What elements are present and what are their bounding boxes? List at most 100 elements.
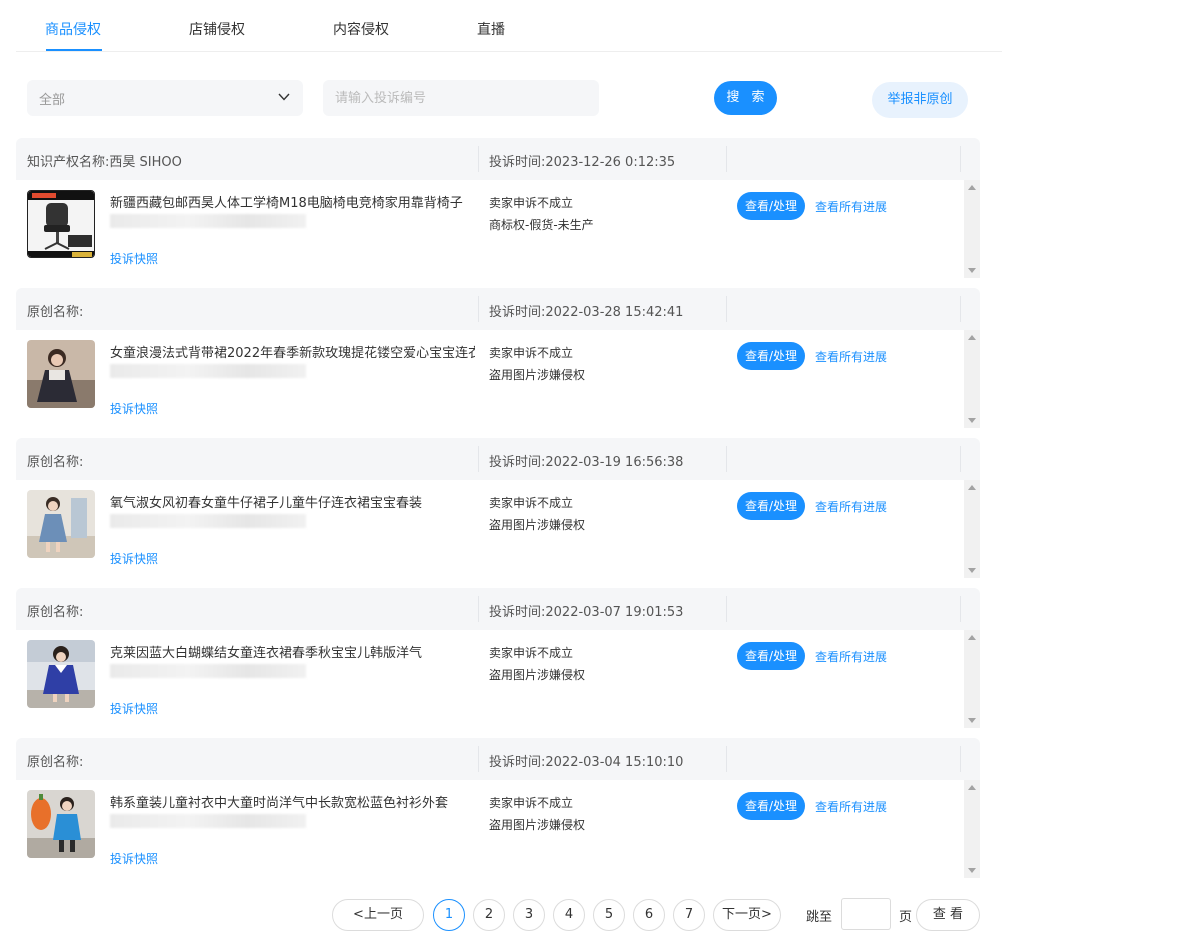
product-title: 氧气淑女风初春女童牛仔裙子儿童牛仔连衣裙宝宝春装 — [110, 496, 423, 511]
complaint-card: 原创名称: 投诉时间:2022-03-04 15:10:10 韩系童装儿童衬衣中… — [16, 738, 980, 878]
view-all-progress-link[interactable]: 查看所有进展 — [815, 348, 887, 365]
child-dress-image — [27, 340, 95, 408]
view-all-progress-link[interactable]: 查看所有进展 — [815, 648, 887, 665]
next-page-button[interactable]: 下一页> — [713, 899, 781, 931]
appeal-status: 卖家申诉不成立 — [489, 196, 574, 210]
tab-product-infringement[interactable]: 商品侵权 — [45, 19, 101, 39]
view-all-progress-link[interactable]: 查看所有进展 — [815, 498, 887, 515]
complaint-reason: 盗用图片涉嫌侵权 — [489, 668, 586, 682]
scroll-down-arrow-icon[interactable] — [968, 568, 976, 573]
page-button-1[interactable]: 1 — [433, 899, 465, 931]
divider — [960, 446, 961, 472]
original-name-label: 原创名称: — [27, 305, 84, 320]
scroll-up-arrow-icon[interactable] — [968, 635, 976, 640]
card-scrollbar[interactable] — [964, 330, 980, 428]
tab-live[interactable]: 直播 — [477, 19, 505, 39]
view-handle-button[interactable]: 查看/处理 — [737, 342, 805, 370]
card-scrollbar[interactable] — [964, 630, 980, 728]
ip-name-label: 知识产权名称:西昊 SIHOO — [27, 155, 182, 170]
original-name-label: 原创名称: — [27, 455, 84, 470]
divider — [478, 446, 479, 472]
complaint-number-input[interactable] — [323, 80, 599, 116]
divider — [726, 446, 727, 472]
prev-page-button[interactable]: <上一页 — [332, 899, 424, 931]
appeal-status: 卖家申诉不成立 — [489, 346, 574, 360]
divider — [960, 746, 961, 772]
page-button-3[interactable]: 3 — [513, 899, 545, 931]
blurred-info — [110, 214, 306, 228]
appeal-status: 卖家申诉不成立 — [489, 496, 574, 510]
page-button-5[interactable]: 5 — [593, 899, 625, 931]
scroll-up-arrow-icon[interactable] — [968, 185, 976, 190]
view-handle-button[interactable]: 查看/处理 — [737, 792, 805, 820]
scroll-down-arrow-icon[interactable] — [968, 718, 976, 723]
product-title: 女童浪漫法式背带裙2022年春季新款玫瑰提花镂空爱心宝宝连衣裙 — [110, 346, 475, 361]
page-button-7[interactable]: 7 — [673, 899, 705, 931]
divider — [478, 146, 479, 172]
complaint-reason: 盗用图片涉嫌侵权 — [489, 818, 586, 832]
view-handle-button[interactable]: 查看/处理 — [737, 642, 805, 670]
appeal-status: 卖家申诉不成立 — [489, 646, 574, 660]
search-button[interactable]: 搜 索 — [714, 81, 777, 115]
tab-store-infringement[interactable]: 店铺侵权 — [189, 19, 245, 39]
scroll-down-arrow-icon[interactable] — [968, 418, 976, 423]
type-select-value: 全部 — [39, 93, 66, 108]
type-select[interactable]: 全部 — [27, 80, 303, 116]
divider — [960, 146, 961, 172]
complaint-card: 原创名称: 投诉时间:2022-03-07 19:01:53 克莱因蓝大白蝴蝶结… — [16, 588, 980, 728]
original-name-label: 原创名称: — [27, 755, 84, 770]
divider — [726, 296, 727, 322]
view-handle-button[interactable]: 查看/处理 — [737, 492, 805, 520]
original-name-label: 原创名称: — [27, 605, 84, 620]
complaint-card: 原创名称: 投诉时间:2022-03-28 15:42:41 女童浪漫法式背带裙… — [16, 288, 980, 428]
child-denim-image — [27, 490, 95, 558]
scroll-up-arrow-icon[interactable] — [968, 485, 976, 490]
blurred-info — [110, 364, 306, 378]
divider — [478, 746, 479, 772]
report-non-original-button[interactable]: 举报非原创 — [872, 82, 968, 118]
blurred-info — [110, 814, 306, 828]
scroll-down-arrow-icon[interactable] — [968, 268, 976, 273]
page-button-4[interactable]: 4 — [553, 899, 585, 931]
view-handle-button[interactable]: 查看/处理 — [737, 192, 805, 220]
card-scrollbar[interactable] — [964, 180, 980, 278]
card-scrollbar[interactable] — [964, 480, 980, 578]
view-all-progress-link[interactable]: 查看所有进展 — [815, 798, 887, 815]
view-all-progress-link[interactable]: 查看所有进展 — [815, 198, 887, 215]
divider — [960, 296, 961, 322]
complaint-card-header: 原创名称: 投诉时间:2022-03-04 15:10:10 — [16, 738, 980, 780]
appeal-status: 卖家申诉不成立 — [489, 796, 574, 810]
page-button-2[interactable]: 2 — [473, 899, 505, 931]
complaint-card: 原创名称: 投诉时间:2022-03-19 16:56:38 氧气淑女风初春女童… — [16, 438, 980, 578]
scroll-up-arrow-icon[interactable] — [968, 785, 976, 790]
complaint-snapshot-link[interactable]: 投诉快照 — [110, 250, 158, 267]
scroll-down-arrow-icon[interactable] — [968, 868, 976, 873]
complaint-time: 投诉时间:2022-03-19 16:56:38 — [489, 455, 684, 470]
complaint-snapshot-link[interactable]: 投诉快照 — [110, 700, 158, 717]
divider — [478, 296, 479, 322]
go-page-button[interactable]: 查 看 — [916, 899, 980, 931]
complaint-card: 知识产权名称:西昊 SIHOO 投诉时间:2023-12-26 0:12:35 … — [16, 138, 980, 278]
tab-content-infringement[interactable]: 内容侵权 — [333, 19, 389, 39]
complaint-time: 投诉时间:2022-03-07 19:01:53 — [489, 605, 684, 620]
blurred-info — [110, 514, 306, 528]
complaint-snapshot-link[interactable]: 投诉快照 — [110, 850, 158, 867]
chevron-down-icon — [278, 93, 290, 101]
complaint-reason: 盗用图片涉嫌侵权 — [489, 368, 586, 382]
complaint-snapshot-link[interactable]: 投诉快照 — [110, 550, 158, 567]
child-blue-shirt-image — [27, 790, 95, 858]
office-chair-image — [27, 190, 95, 258]
product-title: 新疆西藏包邮西昊人体工学椅M18电脑椅电竞椅家用靠背椅子 — [110, 196, 463, 211]
complaint-snapshot-link[interactable]: 投诉快照 — [110, 400, 158, 417]
jump-to-label: 跳至 — [806, 910, 833, 925]
product-title: 克莱因蓝大白蝴蝶结女童连衣裙春季秋宝宝儿韩版洋气 — [110, 646, 423, 661]
complaint-time: 投诉时间:2022-03-28 15:42:41 — [489, 305, 684, 320]
scroll-up-arrow-icon[interactable] — [968, 335, 976, 340]
divider — [726, 146, 727, 172]
child-blue-dress-image — [27, 640, 95, 708]
page-button-6[interactable]: 6 — [633, 899, 665, 931]
complaint-reason: 盗用图片涉嫌侵权 — [489, 518, 586, 532]
page-jump-input[interactable] — [841, 898, 891, 930]
divider — [726, 596, 727, 622]
card-scrollbar[interactable] — [964, 780, 980, 878]
